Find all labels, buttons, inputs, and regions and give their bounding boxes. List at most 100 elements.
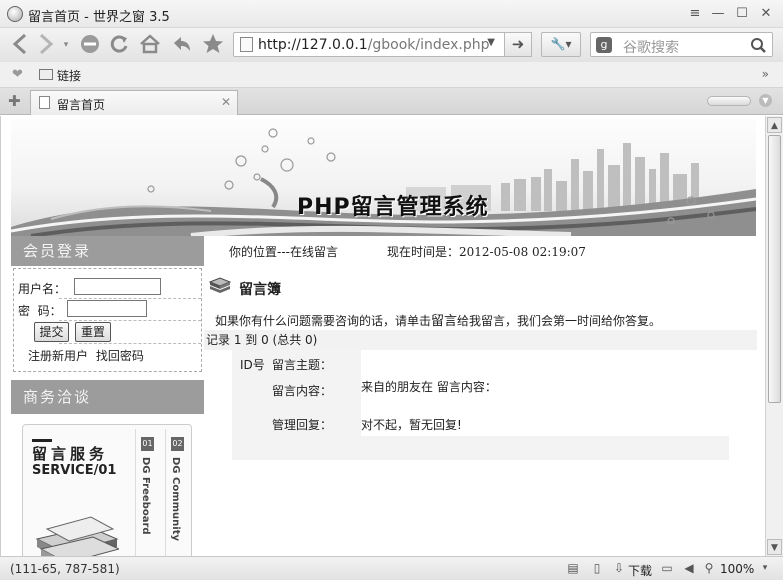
page-tools-icon[interactable]: ▤ xyxy=(566,561,580,575)
reset-button[interactable]: 重置 xyxy=(75,322,111,342)
bookmark-folder-links[interactable]: 链接 xyxy=(57,67,81,84)
record-count: 记录 1 到 0 (总共 0) xyxy=(204,330,757,350)
undo-close-icon[interactable] xyxy=(169,32,195,58)
guestbook-books-icon xyxy=(209,277,231,293)
refresh-icon[interactable] xyxy=(107,32,131,58)
submit-button[interactable]: 提交 xyxy=(34,322,69,342)
search-box[interactable]: g 谷歌搜索 xyxy=(590,32,773,57)
page-viewport: PHP留言管理系统 会员登录 用户名： 密 码： 提交 重置 注册新用户 找回密… xyxy=(0,116,765,556)
url-host: http://127.0.0.1 xyxy=(258,37,368,53)
vertical-scrollbar[interactable]: ▲ ▼ xyxy=(765,116,783,556)
current-time: 现在时间是：2012-05-08 02:19:07 xyxy=(387,243,586,260)
close-button[interactable]: ✕ xyxy=(757,5,775,23)
current-time-label: 现在时间是： xyxy=(387,245,460,259)
content-value: 来自的朋友在 留言内容： xyxy=(361,380,497,394)
minimize-button[interactable]: — xyxy=(709,5,727,23)
reply-label: 管理回复： xyxy=(272,418,333,432)
password-label: 密 码： xyxy=(18,304,62,318)
status-bar: (111-65, 787-581) ▤ ▯ ⇩ 下载 ▭ ◀ ⚲ 100% ▾ xyxy=(0,556,783,580)
menu-icon[interactable]: ≡ xyxy=(686,5,704,23)
form-divider xyxy=(59,320,201,321)
scrollbar-thumb[interactable] xyxy=(768,135,781,403)
page-icon xyxy=(240,37,253,52)
tab-list-dropdown-icon[interactable]: ▼ xyxy=(759,94,772,107)
intro-before: 如果你有什么问题需要咨询的话，请单击 xyxy=(215,314,432,328)
reply-value: 对不起，暂无回复! xyxy=(361,418,462,432)
address-bar[interactable]: http://127.0.0.1/gbook/index.php ▼ xyxy=(233,32,532,57)
bookmarks-more-icon[interactable]: » xyxy=(762,67,769,81)
leave-message-link[interactable]: 留言 xyxy=(431,314,457,329)
stop-icon[interactable] xyxy=(78,32,102,58)
banner-title: PHP留言管理系统 xyxy=(297,195,489,220)
current-time-value: 2012-05-08 02:19:07 xyxy=(459,245,586,259)
login-form: 用户名： 密 码： 提交 重置 注册新用户 找回密码 xyxy=(13,268,202,372)
form-divider xyxy=(59,343,201,344)
column-text: DG Freeboard xyxy=(140,457,151,535)
promo-column-freeboard: 01 DG Freeboard xyxy=(135,429,157,556)
forward-icon[interactable] xyxy=(35,32,57,58)
promo-accent-bar xyxy=(32,439,52,442)
column-number: 02 xyxy=(171,437,184,451)
password-input[interactable] xyxy=(67,300,147,317)
scroll-down-icon[interactable]: ▼ xyxy=(767,539,782,555)
speaker-icon[interactable]: ◀ xyxy=(682,561,696,575)
content-label: 留言内容： xyxy=(272,384,333,398)
breadcrumb-location: 你的位置---在线留言 xyxy=(229,245,338,259)
service-subtitle: SERVICE/01 xyxy=(32,463,117,478)
tab-scroll-pill[interactable] xyxy=(707,96,751,106)
form-divider xyxy=(59,298,201,299)
folder-icon xyxy=(39,69,53,80)
google-search-engine-icon[interactable]: g xyxy=(596,37,612,53)
register-link[interactable]: 注册新用户 xyxy=(28,349,88,363)
tab-page-icon xyxy=(39,96,50,109)
window-title: 留言首页 - 世界之窗 3.5 xyxy=(28,10,170,25)
tab-strip: ✚ 留言首页 ✕ ▼ xyxy=(0,88,783,115)
books-icon xyxy=(35,516,119,556)
favorites-heart-icon[interactable]: ❤ xyxy=(12,67,23,82)
history-dropdown-icon[interactable]: ▾ xyxy=(60,32,72,58)
tab-close-icon[interactable]: ✕ xyxy=(221,95,231,109)
address-dropdown-icon[interactable]: ▼ xyxy=(487,37,495,48)
url-path: /gbook/index.php xyxy=(367,37,490,53)
username-label: 用户名： xyxy=(18,282,67,296)
search-placeholder: 谷歌搜索 xyxy=(623,40,679,56)
status-coordinates: (111-65, 787-581) xyxy=(10,562,120,576)
home-icon[interactable] xyxy=(137,32,163,58)
username-input[interactable] xyxy=(74,278,161,295)
print-icon[interactable]: ▭ xyxy=(660,561,674,575)
recover-password-link[interactable]: 找回密码 xyxy=(96,349,144,363)
site-banner: PHP留言管理系统 xyxy=(11,119,756,236)
subject-label: 留言主题： xyxy=(272,358,333,372)
zoom-magnifier-icon[interactable]: ⚲ xyxy=(702,561,716,575)
browser-logo-icon xyxy=(7,6,23,22)
zoom-level[interactable]: 100% xyxy=(720,562,754,576)
member-login-heading: 会员登录 xyxy=(11,236,204,266)
tab-guestbook-home[interactable]: 留言首页 ✕ xyxy=(30,90,238,115)
business-heading: 商务洽谈 xyxy=(11,380,204,414)
id-label: ID号 xyxy=(240,358,265,372)
guestbook-title: 留言簿 xyxy=(239,282,281,298)
search-icon[interactable] xyxy=(750,35,766,59)
new-tab-plus-icon[interactable]: ✚ xyxy=(8,92,21,110)
intro-after: 给我留言，我们会第一时间给你答复。 xyxy=(457,314,662,328)
title-bar: 留言首页 - 世界之窗 3.5 ≡ — ☐ ✕ xyxy=(0,0,783,28)
promo-column-community: 02 DG Community xyxy=(165,429,187,556)
favorite-star-icon[interactable] xyxy=(200,32,226,58)
maximize-button[interactable]: ☐ xyxy=(733,5,751,23)
tools-wrench-icon[interactable]: 🔧▾ xyxy=(541,32,581,57)
back-icon[interactable] xyxy=(9,32,33,58)
column-number: 01 xyxy=(141,437,154,451)
service-title: 留言服务 xyxy=(32,445,109,463)
service-promo-image: 留言服务 SERVICE/01 01 DG Freeboard 02 DG Co… xyxy=(22,424,192,556)
zoom-dropdown-icon[interactable]: ▾ xyxy=(758,561,772,575)
download-button[interactable]: 下载 xyxy=(628,562,652,579)
clipboard-icon[interactable]: ▯ xyxy=(590,561,604,575)
go-arrow-icon[interactable]: ➜ xyxy=(504,32,532,57)
message-entry: ID号 留言主题： 留言内容： 来自的朋友在 留言内容： 管理回复： 对不起，暂… xyxy=(232,350,729,460)
column-text: DG Community xyxy=(170,457,181,542)
scroll-up-icon[interactable]: ▲ xyxy=(767,117,782,133)
tab-label: 留言首页 xyxy=(57,98,106,112)
bookmarks-bar: ❤ 链接 » xyxy=(0,62,783,88)
download-arrow-icon[interactable]: ⇩ xyxy=(612,561,626,575)
intro-text: 如果你有什么问题需要咨询的话，请单击留言给我留言，我们会第一时间给你答复。 xyxy=(215,310,661,329)
